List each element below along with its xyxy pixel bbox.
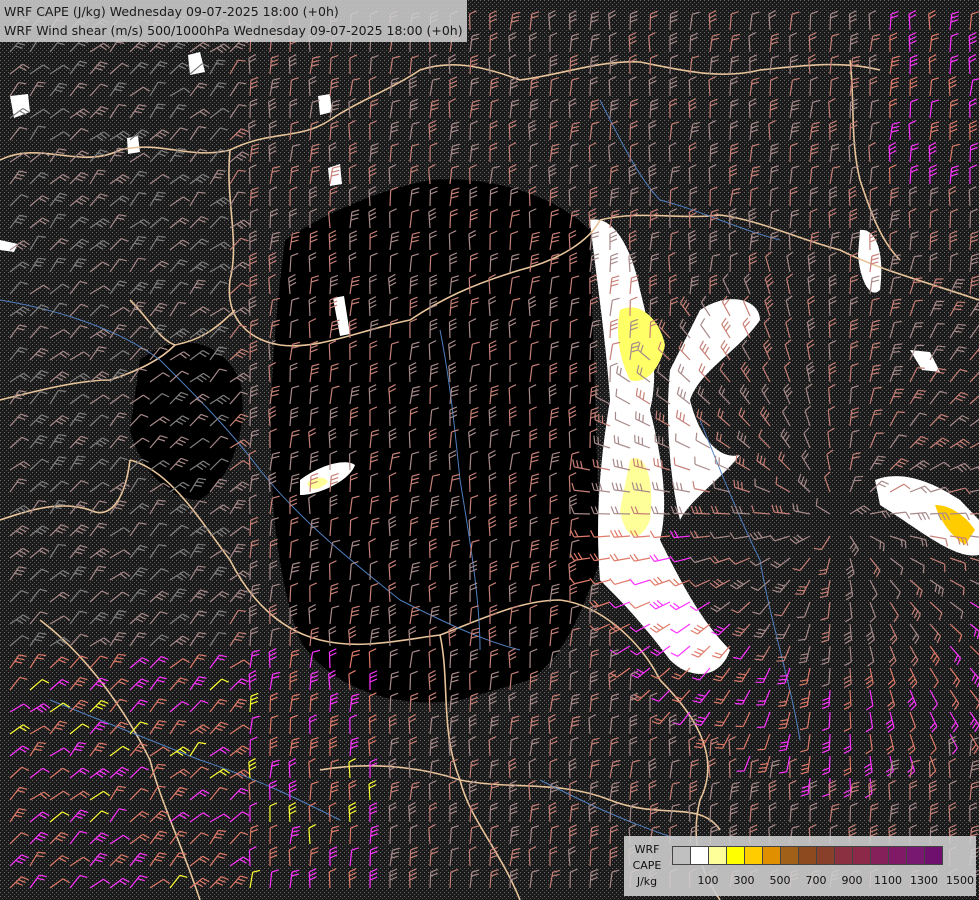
legend-tick-label: 900 (841, 874, 863, 887)
legend-tick-label: 1500 (946, 874, 974, 887)
cape-area (318, 94, 332, 115)
legend-label-units: J/kg (636, 875, 658, 888)
legend-swatch (834, 846, 853, 865)
map-canvas (0, 0, 979, 900)
legend-swatch (852, 846, 871, 865)
cape-area (127, 136, 140, 154)
legend-swatch (690, 846, 709, 865)
legend-label-cape: CAPE (632, 859, 662, 872)
legend-swatch (762, 846, 781, 865)
map-title-box: WRF CAPE (J/kg) Wednesday 09-07-2025 18:… (0, 0, 467, 42)
legend-tick-label: 300 (733, 874, 755, 887)
legend-swatch (924, 846, 943, 865)
legend-swatch (906, 846, 925, 865)
legend-swatch (744, 846, 763, 865)
legend-swatch (870, 846, 889, 865)
legend-tick-label: 500 (769, 874, 791, 887)
dark-region (270, 179, 600, 703)
legend-label-wrf: WRF (634, 843, 660, 856)
shear-title: WRF Wind shear (m/s) 500/1000hPa Wednesd… (4, 23, 463, 38)
legend-tick-label: 1100 (874, 874, 902, 887)
cape-title: WRF CAPE (J/kg) Wednesday 09-07-2025 18:… (4, 4, 339, 19)
legend-swatch (798, 846, 817, 865)
legend-swatch (708, 846, 727, 865)
legend-swatch (726, 846, 745, 865)
legend-swatch (780, 846, 799, 865)
legend-swatch (888, 846, 907, 865)
legend-swatch (816, 846, 835, 865)
legend-tick-label: 700 (805, 874, 827, 887)
legend-swatch (672, 846, 691, 865)
cape-legend: WRF CAPE J/kg 100 300 500 700 900 1100 1300 150… (624, 836, 976, 896)
legend-tick-label: 100 (697, 874, 719, 887)
legend-tick-label: 1300 (910, 874, 938, 887)
